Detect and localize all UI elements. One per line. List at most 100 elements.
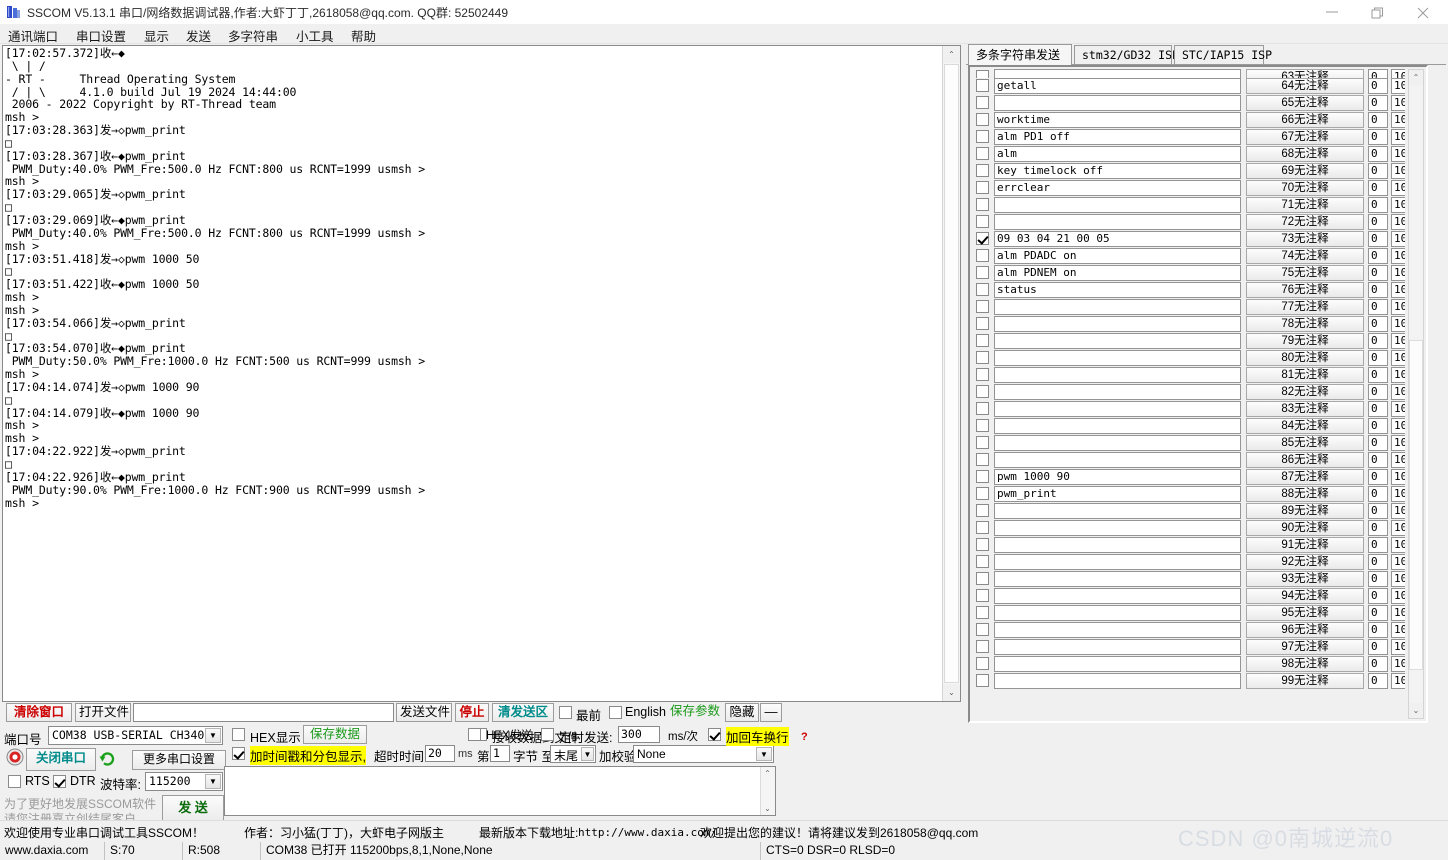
chevron-down-icon[interactable]: ▼ [205,728,221,743]
list-row[interactable]: 91无注释01000 [972,537,1405,554]
timeout-input[interactable]: 20 [425,745,455,762]
row-command-input[interactable] [994,69,1241,78]
row-command-input[interactable] [994,656,1241,672]
row-count-input[interactable]: 0 [1368,435,1388,451]
row-count-input[interactable]: 0 [1368,146,1388,162]
row-delay-input[interactable]: 1000 [1391,537,1405,553]
row-delay-input[interactable]: 1000 [1391,673,1405,689]
list-row[interactable]: 63无注释 01000 [972,69,1405,78]
row-checkbox[interactable] [976,538,989,551]
row-send-button[interactable]: 87无注释 [1246,469,1364,485]
row-send-button[interactable]: 81无注释 [1246,367,1364,383]
row-send-button[interactable]: 83无注释 [1246,401,1364,417]
row-checkbox[interactable] [976,436,989,449]
dtr-checkbox[interactable] [53,775,66,788]
list-row[interactable]: 96无注释01000 [972,622,1405,639]
clear-send-button[interactable]: 清发送区 [492,703,554,722]
row-send-button[interactable]: 92无注释 [1246,554,1364,570]
open-file-button[interactable]: 打开文件 [75,703,131,722]
row-command-input[interactable] [994,554,1241,570]
row-send-button[interactable]: 63无注释 [1246,69,1364,78]
row-count-input[interactable]: 0 [1368,350,1388,366]
row-command-input[interactable] [994,537,1241,553]
row-delay-input[interactable]: 1000 [1391,503,1405,519]
row-delay-input[interactable]: 1000 [1391,69,1405,78]
list-row[interactable]: 09 03 04 21 00 05 73无注释01000 [972,231,1405,248]
rts-checkbox[interactable] [8,775,21,788]
list-row[interactable]: 98无注释01000 [972,656,1405,673]
row-send-button[interactable]: 80无注释 [1246,350,1364,366]
list-row[interactable]: 83无注释01000 [972,401,1405,418]
row-checkbox[interactable] [976,317,989,330]
timed-interval-input[interactable]: 300 [618,726,660,743]
send-text-area[interactable]: ⌃ ⌄ [224,766,776,816]
row-command-input[interactable] [994,673,1241,689]
row-delay-input[interactable]: 1000 [1391,163,1405,179]
row-send-button[interactable]: 88无注释 [1246,486,1364,502]
receive-scrollbar[interactable]: ⌃ ⌄ [942,46,960,701]
row-send-button[interactable]: 99无注释 [1246,673,1364,689]
row-send-button[interactable]: 70无注释 [1246,180,1364,196]
row-command-input[interactable] [994,95,1241,111]
row-delay-input[interactable]: 1000 [1391,299,1405,315]
list-row[interactable]: 84无注释01000 [972,418,1405,435]
row-count-input[interactable]: 0 [1368,588,1388,604]
close-port-button[interactable]: 关闭串口 [26,748,96,771]
row-checkbox[interactable] [976,606,989,619]
baud-select[interactable]: 115200 ▼ [145,772,223,791]
list-row[interactable]: 65无注释01000 [972,95,1405,112]
row-delay-input[interactable]: 1000 [1391,486,1405,502]
timed-send-checkbox[interactable] [541,728,554,741]
receive-text-container[interactable]: [17:02:57.372]收←◆ \ | / - RT - Thread Op… [3,46,943,701]
row-count-input[interactable]: 0 [1368,418,1388,434]
menu-item-4[interactable]: 多字符串 [224,26,282,45]
list-row[interactable]: 94无注释01000 [972,588,1405,605]
row-send-button[interactable]: 94无注释 [1246,588,1364,604]
chevron-down-icon-baud[interactable]: ▼ [205,774,221,789]
row-delay-input[interactable]: 1000 [1391,350,1405,366]
help-icon[interactable]: ? [801,731,808,743]
list-row[interactable]: 77无注释01000 [972,299,1405,316]
row-delay-input[interactable]: 1000 [1391,78,1405,94]
menu-item-1[interactable]: 串口设置 [72,26,130,45]
row-send-button[interactable]: 72无注释 [1246,214,1364,230]
hide-button[interactable]: 隐藏 [725,703,759,722]
row-command-input[interactable] [994,605,1241,621]
list-row[interactable]: 79无注释01000 [972,333,1405,350]
list-row[interactable]: pwm 1000 90 87无注释01000 [972,469,1405,486]
row-count-input[interactable]: 0 [1368,248,1388,264]
list-row[interactable]: 90无注释01000 [972,520,1405,537]
row-delay-input[interactable]: 1000 [1391,418,1405,434]
close-button[interactable] [1402,0,1448,24]
row-checkbox[interactable] [976,215,989,228]
add-crlf-checkbox[interactable] [708,728,721,741]
row-command-input[interactable] [994,452,1241,468]
chevron-down-icon-byteend[interactable]: ▼ [581,747,594,761]
row-command-input[interactable]: pwm_print [994,486,1241,502]
list-row[interactable]: getall 64无注释01000 [972,78,1405,95]
list-row[interactable]: 82无注释01000 [972,384,1405,401]
row-checkbox[interactable] [976,130,989,143]
chevron-down-icon-checksum[interactable]: ▼ [756,747,772,761]
row-count-input[interactable]: 0 [1368,231,1388,247]
tab-2[interactable]: STC/IAP15 ISP [1174,45,1272,64]
promo-url[interactable]: http://www.daxia.com/ [578,826,717,839]
row-checkbox[interactable] [976,657,989,670]
row-count-input[interactable]: 0 [1368,452,1388,468]
row-count-input[interactable]: 0 [1368,656,1388,672]
row-delay-input[interactable]: 1000 [1391,469,1405,485]
list-row[interactable]: 85无注释01000 [972,435,1405,452]
row-checkbox[interactable] [976,368,989,381]
row-send-button[interactable]: 93无注释 [1246,571,1364,587]
list-row[interactable]: pwm_print 88无注释01000 [972,486,1405,503]
row-delay-input[interactable]: 1000 [1391,146,1405,162]
row-send-button[interactable]: 76无注释 [1246,282,1364,298]
row-checkbox[interactable] [976,300,989,313]
row-count-input[interactable]: 0 [1368,180,1388,196]
row-count-input[interactable]: 0 [1368,673,1388,689]
row-delay-input[interactable]: 1000 [1391,214,1405,230]
row-send-button[interactable]: 69无注释 [1246,163,1364,179]
row-send-button[interactable]: 78无注释 [1246,316,1364,332]
row-delay-input[interactable]: 1000 [1391,588,1405,604]
row-checkbox[interactable] [976,249,989,262]
